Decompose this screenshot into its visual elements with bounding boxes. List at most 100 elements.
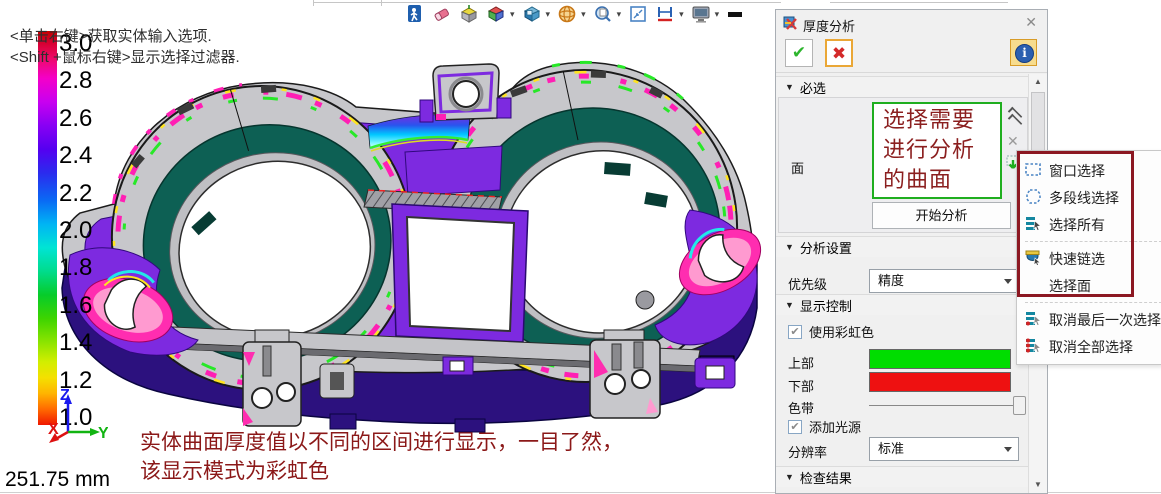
select-all-icon <box>1017 216 1049 234</box>
section-display-control[interactable]: ▼ 显示控制 <box>776 294 1028 315</box>
scale-readout: 251.75 mm <box>5 468 110 492</box>
dropdown-caret-icon[interactable]: ▾ <box>679 9 684 20</box>
scroll-up-icon[interactable]: ▲ <box>1029 74 1047 90</box>
annotation-caption-line-2: 该显示模式为彩虹色 <box>140 455 329 485</box>
measure-distance-icon[interactable] <box>655 4 675 24</box>
selection-context-menu: 窗口选择 多段线选择 选择所有 快速链选 选择面 取消最后一次选择 取消全部选择 <box>1016 150 1161 365</box>
menu-item-cancel-all-select[interactable]: 取消全部选择 <box>1017 333 1161 360</box>
required-content: 面 选择需要 进行分析 的曲面 ✕ 开始分析 <box>778 97 1028 233</box>
window-select-icon <box>1017 163 1049 179</box>
divider <box>776 72 1047 73</box>
cancel-button[interactable]: ✖ <box>825 39 853 67</box>
dropdown-caret-icon[interactable]: ▾ <box>581 9 586 20</box>
scale-label: 1.6 <box>59 292 119 320</box>
add-light-label: 添加光源 <box>809 417 861 436</box>
rainbow-checkbox-row: ✔ 使用彩虹色 <box>788 322 874 341</box>
panel-title: 厚度分析 <box>803 16 855 35</box>
dropdown-caret-icon[interactable]: ▾ <box>715 9 720 20</box>
info-icon: i <box>1015 44 1034 63</box>
band-slider-handle[interactable] <box>1013 396 1026 415</box>
chevron-down-icon <box>1004 279 1012 284</box>
section-analysis-label: 分析设置 <box>800 238 852 257</box>
lower-color-label: 下部 <box>788 376 814 395</box>
menu-item-polyline-select[interactable]: 多段线选择 <box>1017 184 1161 211</box>
chevron-down-icon <box>1004 447 1012 452</box>
priority-label: 优先级 <box>788 274 827 293</box>
section-analysis-settings[interactable]: ▼ 分析设置 <box>776 236 1028 257</box>
section-check-results[interactable]: ▼ 检查结果 <box>776 466 1028 487</box>
section-required[interactable]: ▼ 必选 <box>776 76 1028 97</box>
collapse-triangle-icon: ▼ <box>785 82 794 92</box>
cancel-last-select-icon <box>1017 311 1049 329</box>
scroll-down-icon[interactable]: ▼ <box>1029 477 1047 493</box>
view-toolbar: ▾ ▾ ▾ ▾ ▾ ▾ <box>405 2 746 26</box>
upper-color-swatch[interactable] <box>869 349 1011 369</box>
thickness-color-scale <box>38 31 57 425</box>
cancel-all-select-icon <box>1017 338 1049 356</box>
menu-item-window-select[interactable]: 窗口选择 <box>1017 157 1161 184</box>
close-icon[interactable]: ✕ <box>1025 14 1037 31</box>
exit-icon[interactable] <box>405 4 425 24</box>
panel-titlebar[interactable]: 厚度分析 ✕ <box>776 10 1047 36</box>
use-rainbow-label: 使用彩虹色 <box>809 322 874 341</box>
fit-window-icon[interactable] <box>628 4 648 24</box>
scale-label: 2.6 <box>59 105 119 133</box>
dropdown-caret-icon[interactable]: ▾ <box>510 9 515 20</box>
axis-triad: Z Y X <box>36 386 108 448</box>
face-input-label: 面 <box>791 158 804 177</box>
menu-item-cancel-last-select[interactable]: 取消最后一次选择 <box>1017 306 1161 333</box>
annotation-caption-line-1: 实体曲面厚度值以不同的区间进行显示，一目了然， <box>140 426 623 456</box>
menu-item-quick-chain-select[interactable]: 快速链选 <box>1017 245 1161 272</box>
window-chrome-tick <box>381 0 382 6</box>
dropdown-caret-icon[interactable]: ▾ <box>617 9 622 20</box>
image-view-icon[interactable] <box>522 4 542 24</box>
section-view-icon[interactable] <box>459 4 479 24</box>
scale-label: 2.0 <box>59 217 119 245</box>
scale-label: 2.2 <box>59 180 119 208</box>
chevron-up-double-icon[interactable] <box>1005 110 1025 125</box>
collapse-bar-icon[interactable] <box>726 4 746 24</box>
section-display-label: 显示控制 <box>800 296 852 315</box>
scale-label: 2.8 <box>59 67 119 95</box>
prompt-line-1: <单击右键>获取实体输入选项. <box>10 25 212 46</box>
section-required-label: 必选 <box>800 78 826 97</box>
menu-item-select-face[interactable]: 选择面 <box>1017 272 1161 299</box>
collapse-triangle-icon: ▼ <box>785 472 794 482</box>
scale-label: 1.4 <box>59 329 119 357</box>
add-light-checkbox[interactable]: ✔ <box>788 420 802 434</box>
zoom-region-icon[interactable] <box>593 4 613 24</box>
lower-color-swatch[interactable] <box>869 372 1011 392</box>
display-settings-icon[interactable] <box>691 4 711 24</box>
wireframe-sphere-icon[interactable] <box>557 4 577 24</box>
priority-dropdown[interactable]: 精度 <box>869 269 1019 293</box>
menu-item-select-all[interactable]: 选择所有 <box>1017 211 1161 238</box>
resolution-dropdown[interactable]: 标准 <box>869 437 1019 461</box>
quick-chain-select-icon <box>1017 250 1049 268</box>
use-rainbow-checkbox[interactable]: ✔ <box>788 325 802 339</box>
axis-x-label: X <box>48 421 59 438</box>
section-results-label: 检查结果 <box>800 468 852 487</box>
polyline-select-icon <box>1017 189 1049 207</box>
eraser-icon[interactable] <box>432 4 452 24</box>
thickness-analysis-icon <box>783 15 799 31</box>
window-chrome-tick <box>313 0 314 6</box>
collapse-triangle-icon: ▼ <box>785 300 794 310</box>
resolution-label: 分辨率 <box>788 442 827 461</box>
collapse-triangle-icon: ▼ <box>785 242 794 252</box>
info-button[interactable]: i <box>1010 39 1037 66</box>
thickness-analysis-panel: 厚度分析 ✕ ✔ ✖ i ▼ 必选 面 选择需要 进行分析 的曲面 ✕ 开始分析… <box>775 9 1048 494</box>
window-chrome-line <box>830 2 1008 3</box>
band-slider-track[interactable] <box>869 405 1026 406</box>
selection-hint-overlay: 选择需要 进行分析 的曲面 <box>872 102 1002 199</box>
upper-color-label: 上部 <box>788 353 814 372</box>
scale-label: 2.4 <box>59 142 119 170</box>
render-mode-icon[interactable] <box>486 4 506 24</box>
color-band-label: 色带 <box>788 398 814 417</box>
clear-selection-icon[interactable]: ✕ <box>1007 133 1025 150</box>
axis-z-label: Z <box>60 387 70 404</box>
ok-button[interactable]: ✔ <box>785 39 813 67</box>
start-analysis-button[interactable]: 开始分析 <box>872 202 1011 229</box>
dropdown-caret-icon[interactable]: ▾ <box>546 9 551 20</box>
prompt-line-2: <Shift +鼠标右键>显示选择过滤器. <box>10 46 240 67</box>
scale-label: 1.8 <box>59 254 119 282</box>
